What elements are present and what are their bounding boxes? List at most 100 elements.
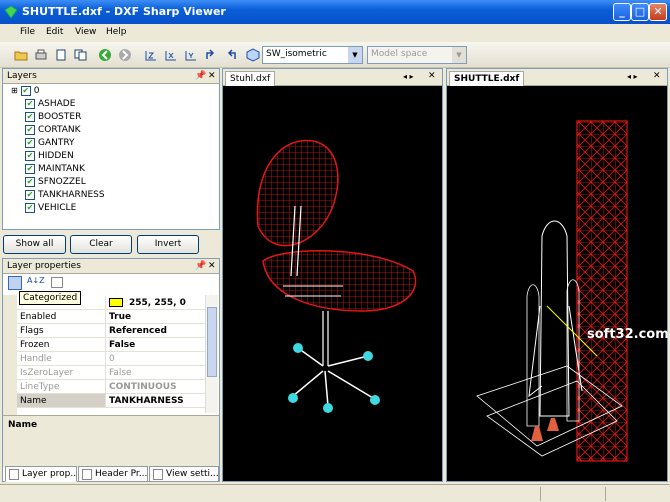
copy-icon[interactable] (72, 46, 90, 64)
minimize-button[interactable]: _ (613, 3, 631, 21)
layers-header: Layers 📌 ✕ (3, 69, 219, 84)
category-gutter (3, 295, 17, 415)
checkbox[interactable]: ✔ (25, 137, 35, 148)
layer-item[interactable]: ✔ GANTRY (25, 136, 75, 149)
tab-scroll-icon[interactable]: ◂ ▸ (403, 72, 414, 81)
tab-header-properties[interactable]: Header Pr... (78, 466, 148, 482)
property-row[interactable]: Frozen False (17, 338, 207, 352)
property-row-selected[interactable]: Name TANKHARNESS (17, 394, 207, 408)
menu-file[interactable]: File (20, 27, 35, 37)
checkbox[interactable]: ✔ (25, 176, 35, 187)
print-preview-icon[interactable] (52, 46, 70, 64)
zoom-y-icon[interactable] (182, 46, 200, 64)
close-icon[interactable]: ✕ (208, 261, 216, 271)
checkbox[interactable]: ✔ (25, 124, 35, 135)
layer-item[interactable]: ✔ BOOSTER (25, 110, 81, 123)
checkbox[interactable]: ✔ (25, 163, 35, 174)
categorized-icon[interactable] (8, 276, 22, 290)
checkbox[interactable]: ✔ (25, 189, 35, 200)
forward-icon[interactable] (116, 46, 134, 64)
tab-label: Header Pr... (95, 469, 148, 479)
tooltip: Categorized (19, 291, 82, 305)
close-icon[interactable]: ✕ (653, 71, 661, 81)
layer-label: MAINTANK (38, 163, 85, 174)
show-all-button[interactable]: Show all (3, 235, 66, 254)
scrollbar[interactable] (205, 295, 218, 413)
tab-layer-properties[interactable]: Layer prop... (5, 466, 77, 482)
property-description: Name (3, 415, 219, 467)
rotate-left-icon[interactable] (202, 46, 220, 64)
layer-item[interactable]: ✔ MAINTANK (25, 162, 85, 175)
property-row[interactable]: Enabled True (17, 310, 207, 324)
zoom-x-icon[interactable] (162, 46, 180, 64)
menu-bar: File Edit View Help (0, 24, 670, 42)
layer-label: 0 (33, 85, 40, 96)
back-icon[interactable] (96, 46, 114, 64)
layer-item[interactable]: ✔ CORTANK (25, 123, 81, 136)
title-bar: SHUTTLE.dxf - DXF Sharp Viewer _ □ ✕ (0, 0, 670, 24)
expand-icon[interactable]: ⊞ (11, 86, 18, 95)
invert-button[interactable]: Invert (137, 235, 199, 254)
maximize-button[interactable]: □ (631, 3, 649, 21)
layer-label: HIDDEN (38, 150, 74, 161)
tab-scroll-icon[interactable]: ◂ ▸ (627, 72, 638, 81)
document-window-stuhl: Stuhl.dxf ◂ ▸ ✕ (222, 68, 443, 482)
print-icon[interactable] (32, 46, 50, 64)
property-pages-icon[interactable] (51, 277, 63, 288)
property-key: Flags (17, 324, 105, 337)
description-title: Name (8, 420, 38, 430)
layer-item[interactable]: ✔ ASHADE (25, 97, 75, 110)
pin-icon[interactable]: 📌 (195, 71, 206, 81)
layer-label: GANTRY (38, 137, 75, 148)
property-value: 255, 255, 0 (105, 296, 207, 309)
close-icon[interactable]: ✕ (208, 71, 216, 81)
document-tab-label: SHUTTLE.dxf (454, 74, 520, 84)
checkbox[interactable]: ✔ (25, 150, 35, 161)
layer-item[interactable]: ✔ HIDDEN (25, 149, 74, 162)
property-row[interactable]: Flags Referenced (17, 324, 207, 338)
property-row: LineType CONTINUOUS (17, 380, 207, 394)
document-icon (153, 469, 163, 480)
property-key: Handle (17, 352, 105, 365)
chair-drawing (256, 139, 417, 413)
property-value: TANKHARNESS (105, 394, 207, 407)
menu-edit[interactable]: Edit (46, 27, 63, 37)
close-button[interactable]: ✕ (649, 3, 667, 21)
layer-label: TANKHARNESS (38, 189, 105, 200)
layers-title: Layers (7, 71, 37, 81)
pin-icon[interactable]: 📌 (195, 261, 206, 271)
tab-view-settings[interactable]: View setti... (149, 466, 219, 482)
checkbox[interactable]: ✔ (25, 202, 35, 213)
checkbox[interactable]: ✔ (25, 98, 35, 109)
layer-item[interactable]: ✔ SFNOZZEL (25, 175, 86, 188)
tab-label: View setti... (166, 469, 219, 479)
layer-properties-header: Layer properties 📌 ✕ (3, 259, 219, 274)
clear-button[interactable]: Clear (70, 235, 132, 254)
menu-help[interactable]: Help (106, 27, 127, 37)
document-tab[interactable]: Stuhl.dxf (225, 71, 276, 86)
document-tab-active[interactable]: SHUTTLE.dxf (449, 71, 525, 86)
scrollbar-thumb[interactable] (207, 307, 217, 377)
status-bar (0, 484, 670, 502)
checkbox[interactable]: ✔ (25, 111, 35, 122)
property-value: True (105, 310, 207, 323)
space-select[interactable]: Model space ▼ (367, 46, 467, 64)
alphabetical-icon[interactable]: A↓Z (27, 276, 45, 285)
close-icon[interactable]: ✕ (428, 71, 436, 81)
property-row: Handle 0 (17, 352, 207, 366)
property-key: Enabled (17, 310, 105, 323)
property-row: IsZeroLayer False (17, 366, 207, 380)
layer-item[interactable]: ✔ TANKHARNESS (25, 188, 105, 201)
rotate-right-icon[interactable] (222, 46, 240, 64)
document-window-shuttle: SHUTTLE.dxf ◂ ▸ ✕ soft32.com (446, 68, 669, 482)
layer-item[interactable]: ✔ VEHICLE (25, 201, 76, 214)
checkbox[interactable]: ✔ (20, 85, 31, 96)
document-icon (82, 469, 92, 480)
open-icon[interactable] (12, 46, 30, 64)
cube-view-icon[interactable] (244, 46, 262, 64)
layer-root[interactable]: ⊞ ✔ 0 (11, 84, 39, 97)
window-title: SHUTTLE.dxf - DXF Sharp Viewer (22, 5, 226, 18)
zoom-z-icon[interactable] (142, 46, 160, 64)
menu-view[interactable]: View (75, 27, 96, 37)
view-select[interactable]: SW_isometric ▼ (262, 46, 363, 64)
